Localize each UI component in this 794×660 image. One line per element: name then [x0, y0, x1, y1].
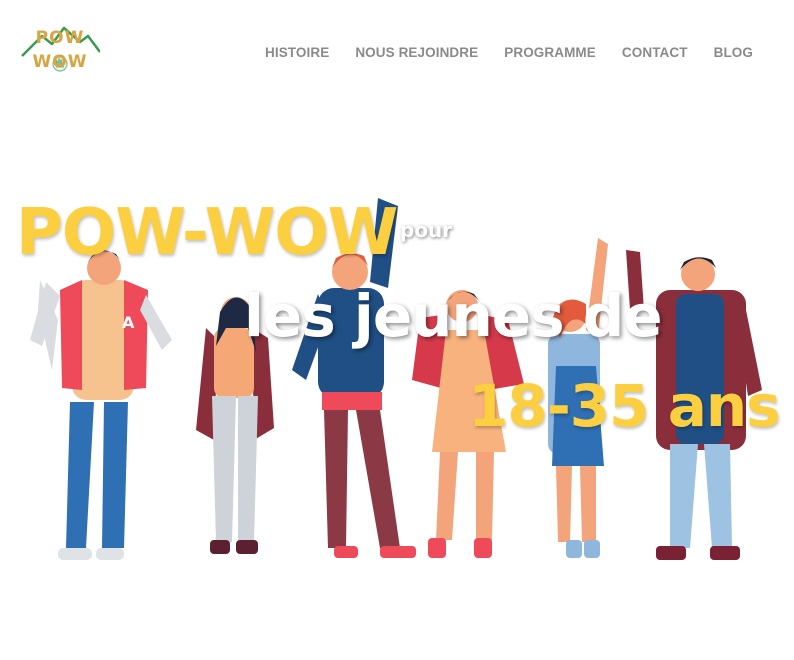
- logo-text-bottom: WOW: [32, 52, 88, 72]
- main-nav: HISTOIRE NOUS REJOINDRE PROGRAMME CONTAC…: [265, 45, 779, 60]
- nav-blog[interactable]: BLOG: [714, 45, 753, 60]
- nav-histoire[interactable]: HISTOIRE: [265, 45, 329, 60]
- hero-pour-text: pour: [400, 218, 453, 242]
- person-1: A: [30, 250, 172, 560]
- hero-brand-title: POW-WOW: [16, 196, 398, 270]
- logo-text-top: POW: [35, 28, 85, 48]
- hero-tagline-line2: les jeunes de: [244, 282, 663, 350]
- nav-nous-rejoindre[interactable]: NOUS REJOINDRE: [355, 45, 478, 60]
- hero-tagline-line3: 18-35 ans: [468, 372, 781, 440]
- nav-contact[interactable]: CONTACT: [622, 45, 688, 60]
- nav-programme[interactable]: PROGRAMME: [504, 45, 596, 60]
- svg-text:A: A: [122, 313, 135, 332]
- site-header: POW WOW HISTOIRE NOUS REJOINDRE PROGRAMM…: [0, 0, 794, 100]
- site-logo[interactable]: POW WOW: [20, 22, 100, 80]
